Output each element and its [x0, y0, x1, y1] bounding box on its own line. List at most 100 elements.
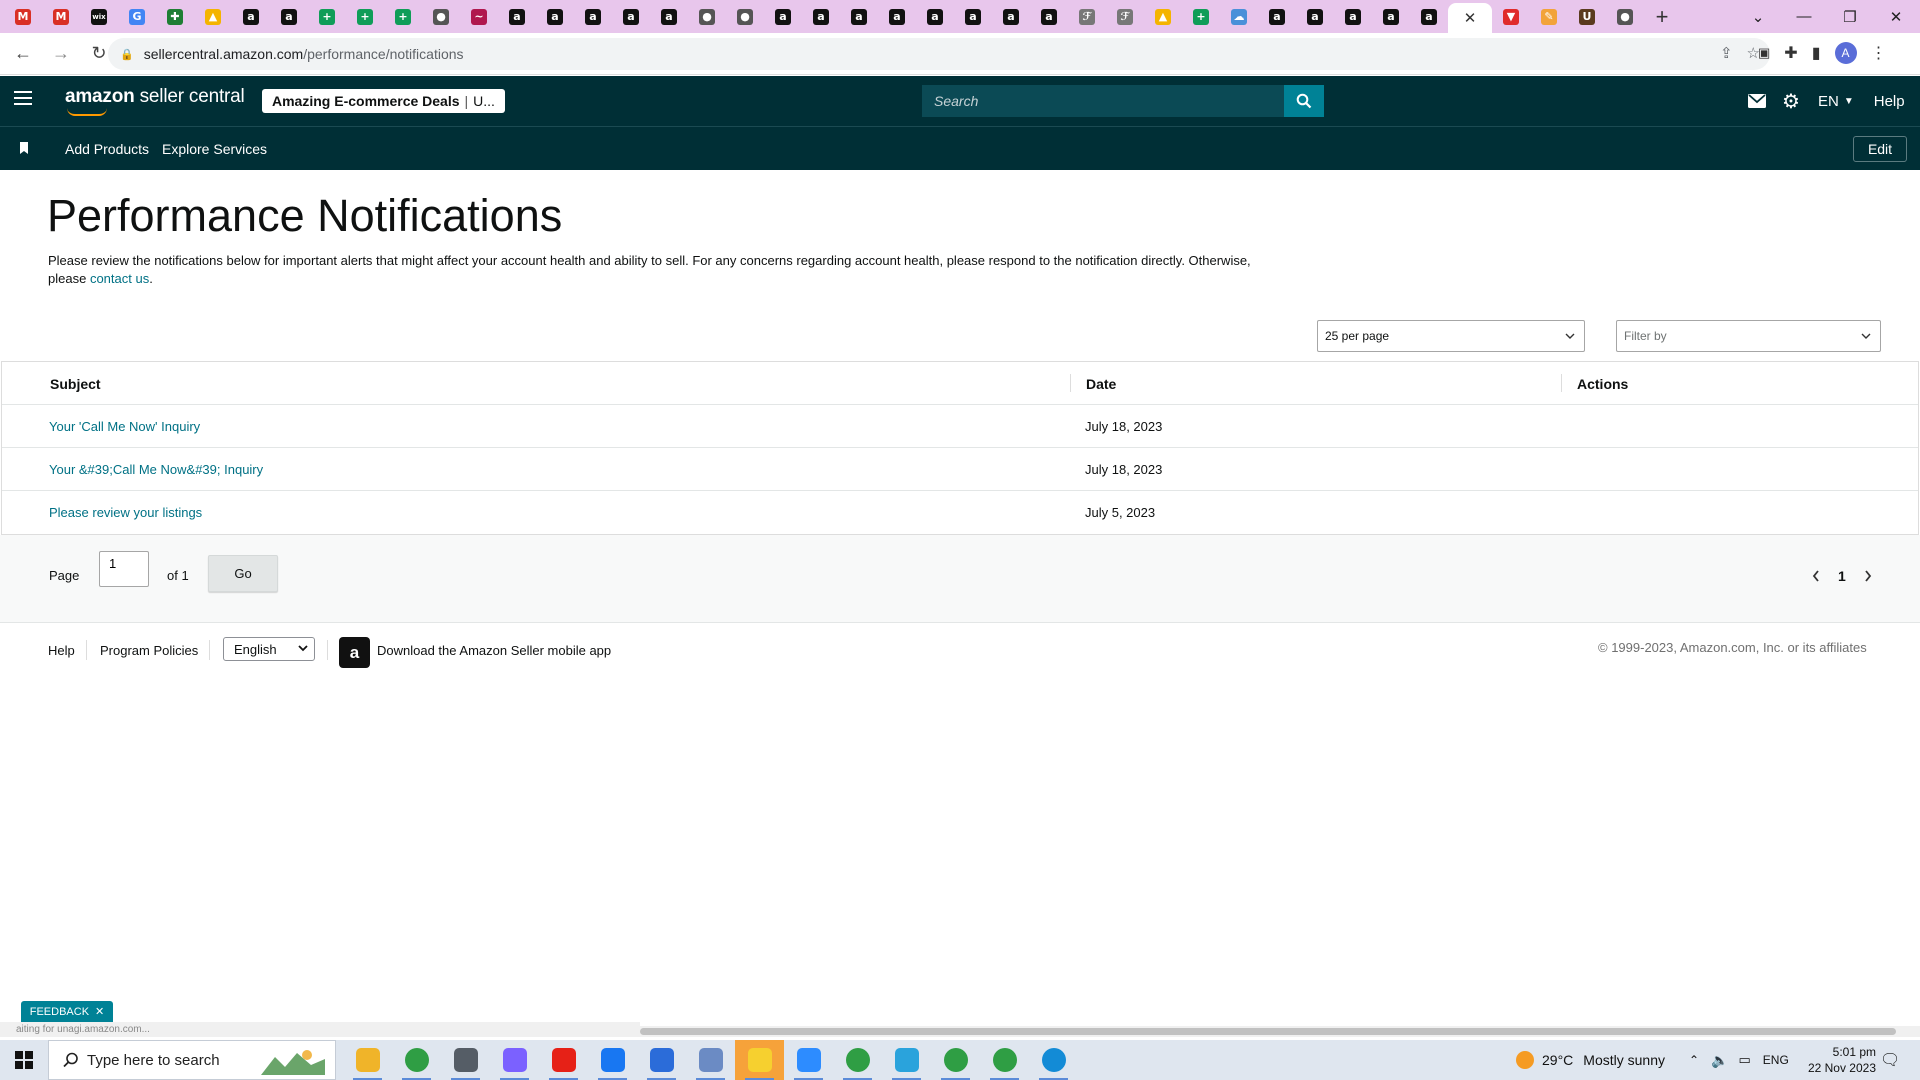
weather-condition[interactable]: Mostly sunny: [1583, 1052, 1665, 1068]
browser-tab[interactable]: a: [954, 0, 992, 33]
notification-subject-link[interactable]: Your &#39;Call Me Now&#39; Inquiry: [49, 462, 263, 477]
browser-tab[interactable]: a: [574, 0, 612, 33]
taskbar-app-youtube[interactable]: [539, 1040, 588, 1080]
feedback-tab[interactable]: FEEDBACK ✕: [21, 1001, 113, 1022]
browser-tab[interactable]: a: [764, 0, 802, 33]
search-button[interactable]: [1284, 85, 1324, 117]
browser-tab[interactable]: a: [1372, 0, 1410, 33]
date-column-header[interactable]: Date: [1086, 376, 1116, 392]
forward-icon[interactable]: →: [46, 43, 76, 64]
notification-subject-link[interactable]: Please review your listings: [49, 505, 202, 520]
weather-temperature[interactable]: 29°C: [1542, 1052, 1573, 1068]
contact-us-link[interactable]: contact us: [90, 271, 149, 286]
browser-tab[interactable]: a: [650, 0, 688, 33]
chevron-left-icon[interactable]: [1812, 570, 1820, 582]
browser-tab[interactable]: ●: [688, 0, 726, 33]
download-app-link[interactable]: Download the Amazon Seller mobile app: [377, 643, 611, 658]
taskbar-app-snipping[interactable]: [686, 1040, 735, 1080]
taskbar-app-edge[interactable]: [1029, 1040, 1078, 1080]
lock-icon[interactable]: 🔒: [120, 48, 134, 61]
taskbar-app-file-explorer[interactable]: [343, 1040, 392, 1080]
browser-tab[interactable]: a: [1334, 0, 1372, 33]
per-page-select[interactable]: 25 per page: [1317, 320, 1585, 352]
browser-tab[interactable]: a: [802, 0, 840, 33]
footer-language-select[interactable]: English: [223, 637, 315, 661]
active-tab[interactable]: ✕: [1448, 3, 1492, 33]
tab-search-icon[interactable]: ⌄: [1735, 8, 1781, 26]
close-icon[interactable]: ✕: [95, 1005, 104, 1018]
browser-tab[interactable]: ▲: [1144, 0, 1182, 33]
browser-tab[interactable]: ▲: [194, 0, 232, 33]
browser-tab[interactable]: ●: [1606, 0, 1644, 33]
browser-tab[interactable]: M: [4, 0, 42, 33]
share-icon[interactable]: ⇪: [1720, 44, 1733, 62]
extensions-puzzle-icon[interactable]: ✚: [1784, 43, 1797, 63]
browser-tab[interactable]: a: [1296, 0, 1334, 33]
chevron-up-icon[interactable]: ⌃: [1689, 1053, 1699, 1067]
browser-tab[interactable]: a: [232, 0, 270, 33]
address-bar[interactable]: 🔒 sellercentral.amazon.com/performance/n…: [108, 38, 1770, 70]
header-help-link[interactable]: Help: [1874, 93, 1905, 110]
taskbar-app-store[interactable]: [637, 1040, 686, 1080]
browser-tab[interactable]: ☁: [1220, 0, 1258, 33]
taskbar-app-calculator[interactable]: [441, 1040, 490, 1080]
browser-tab[interactable]: U: [1568, 0, 1606, 33]
browser-tab[interactable]: a: [498, 0, 536, 33]
taskbar-app-chrome[interactable]: [392, 1040, 441, 1080]
taskbar-app-chrome[interactable]: [980, 1040, 1029, 1080]
browser-tab[interactable]: G: [118, 0, 156, 33]
seller-app-icon[interactable]: a: [339, 637, 370, 668]
browser-tab[interactable]: a: [878, 0, 916, 33]
back-icon[interactable]: ←: [8, 43, 38, 64]
browser-tab[interactable]: a: [840, 0, 878, 33]
go-button[interactable]: Go: [208, 555, 278, 592]
new-tab-button[interactable]: +: [1644, 4, 1680, 30]
current-page-number[interactable]: 1: [1838, 568, 1846, 584]
input-language[interactable]: ENG: [1763, 1053, 1789, 1067]
language-selector[interactable]: EN ▼: [1818, 93, 1854, 110]
browser-tab[interactable]: ●: [726, 0, 764, 33]
speaker-icon[interactable]: 🔈: [1711, 1052, 1728, 1069]
browser-tab[interactable]: a: [536, 0, 574, 33]
profile-avatar[interactable]: A: [1834, 42, 1857, 64]
browser-tab[interactable]: a: [1258, 0, 1296, 33]
chrome-menu-icon[interactable]: ⋮: [1871, 43, 1887, 63]
seller-central-logo[interactable]: amazon seller central: [65, 86, 245, 116]
browser-tab[interactable]: ℱ: [1106, 0, 1144, 33]
filter-select[interactable]: Filter by: [1616, 320, 1881, 352]
browser-tab[interactable]: a: [992, 0, 1030, 33]
settings-gear-icon[interactable]: ⚙: [1774, 89, 1808, 114]
close-window-button[interactable]: ✕: [1873, 8, 1919, 26]
taskbar-app-copilot[interactable]: [490, 1040, 539, 1080]
network-icon[interactable]: ▭: [1738, 1052, 1750, 1068]
browser-tab[interactable]: a: [916, 0, 954, 33]
add-products-link[interactable]: Add Products: [65, 141, 149, 157]
page-number-input[interactable]: [99, 551, 149, 587]
scrollbar-thumb[interactable]: [640, 1028, 1896, 1035]
close-tab-icon[interactable]: ✕: [1464, 9, 1477, 27]
edit-bookmarks-button[interactable]: Edit: [1853, 136, 1907, 162]
notification-subject-link[interactable]: Your 'Call Me Now' Inquiry: [49, 419, 200, 434]
taskbar-app-facebook[interactable]: [588, 1040, 637, 1080]
search-input[interactable]: [922, 85, 1284, 117]
browser-tab[interactable]: ✚: [156, 0, 194, 33]
bookmark-icon[interactable]: [19, 142, 29, 155]
browser-tab[interactable]: wix: [80, 0, 118, 33]
windows-start-button[interactable]: [0, 1040, 48, 1080]
browser-tab[interactable]: a: [1030, 0, 1068, 33]
side-panel-icon[interactable]: ▮: [1812, 43, 1821, 63]
store-switcher[interactable]: Amazing E-commerce Deals | U...: [262, 89, 505, 113]
browser-tab[interactable]: a: [612, 0, 650, 33]
footer-help-link[interactable]: Help: [48, 643, 75, 658]
browser-tab[interactable]: +: [346, 0, 384, 33]
explore-services-link[interactable]: Explore Services: [162, 141, 267, 157]
browser-tab[interactable]: +: [1182, 0, 1220, 33]
notification-center-icon[interactable]: 🗨: [1880, 1050, 1900, 1070]
subject-column-header[interactable]: Subject: [50, 376, 101, 392]
chevron-right-icon[interactable]: [1864, 570, 1872, 582]
taskbar-app-chrome[interactable]: [833, 1040, 882, 1080]
hamburger-menu-icon[interactable]: [14, 91, 32, 105]
taskbar-search-box[interactable]: Type here to search: [48, 1040, 336, 1080]
browser-tab[interactable]: ℱ: [1068, 0, 1106, 33]
taskbar-app-sticky-notes[interactable]: [735, 1040, 784, 1080]
